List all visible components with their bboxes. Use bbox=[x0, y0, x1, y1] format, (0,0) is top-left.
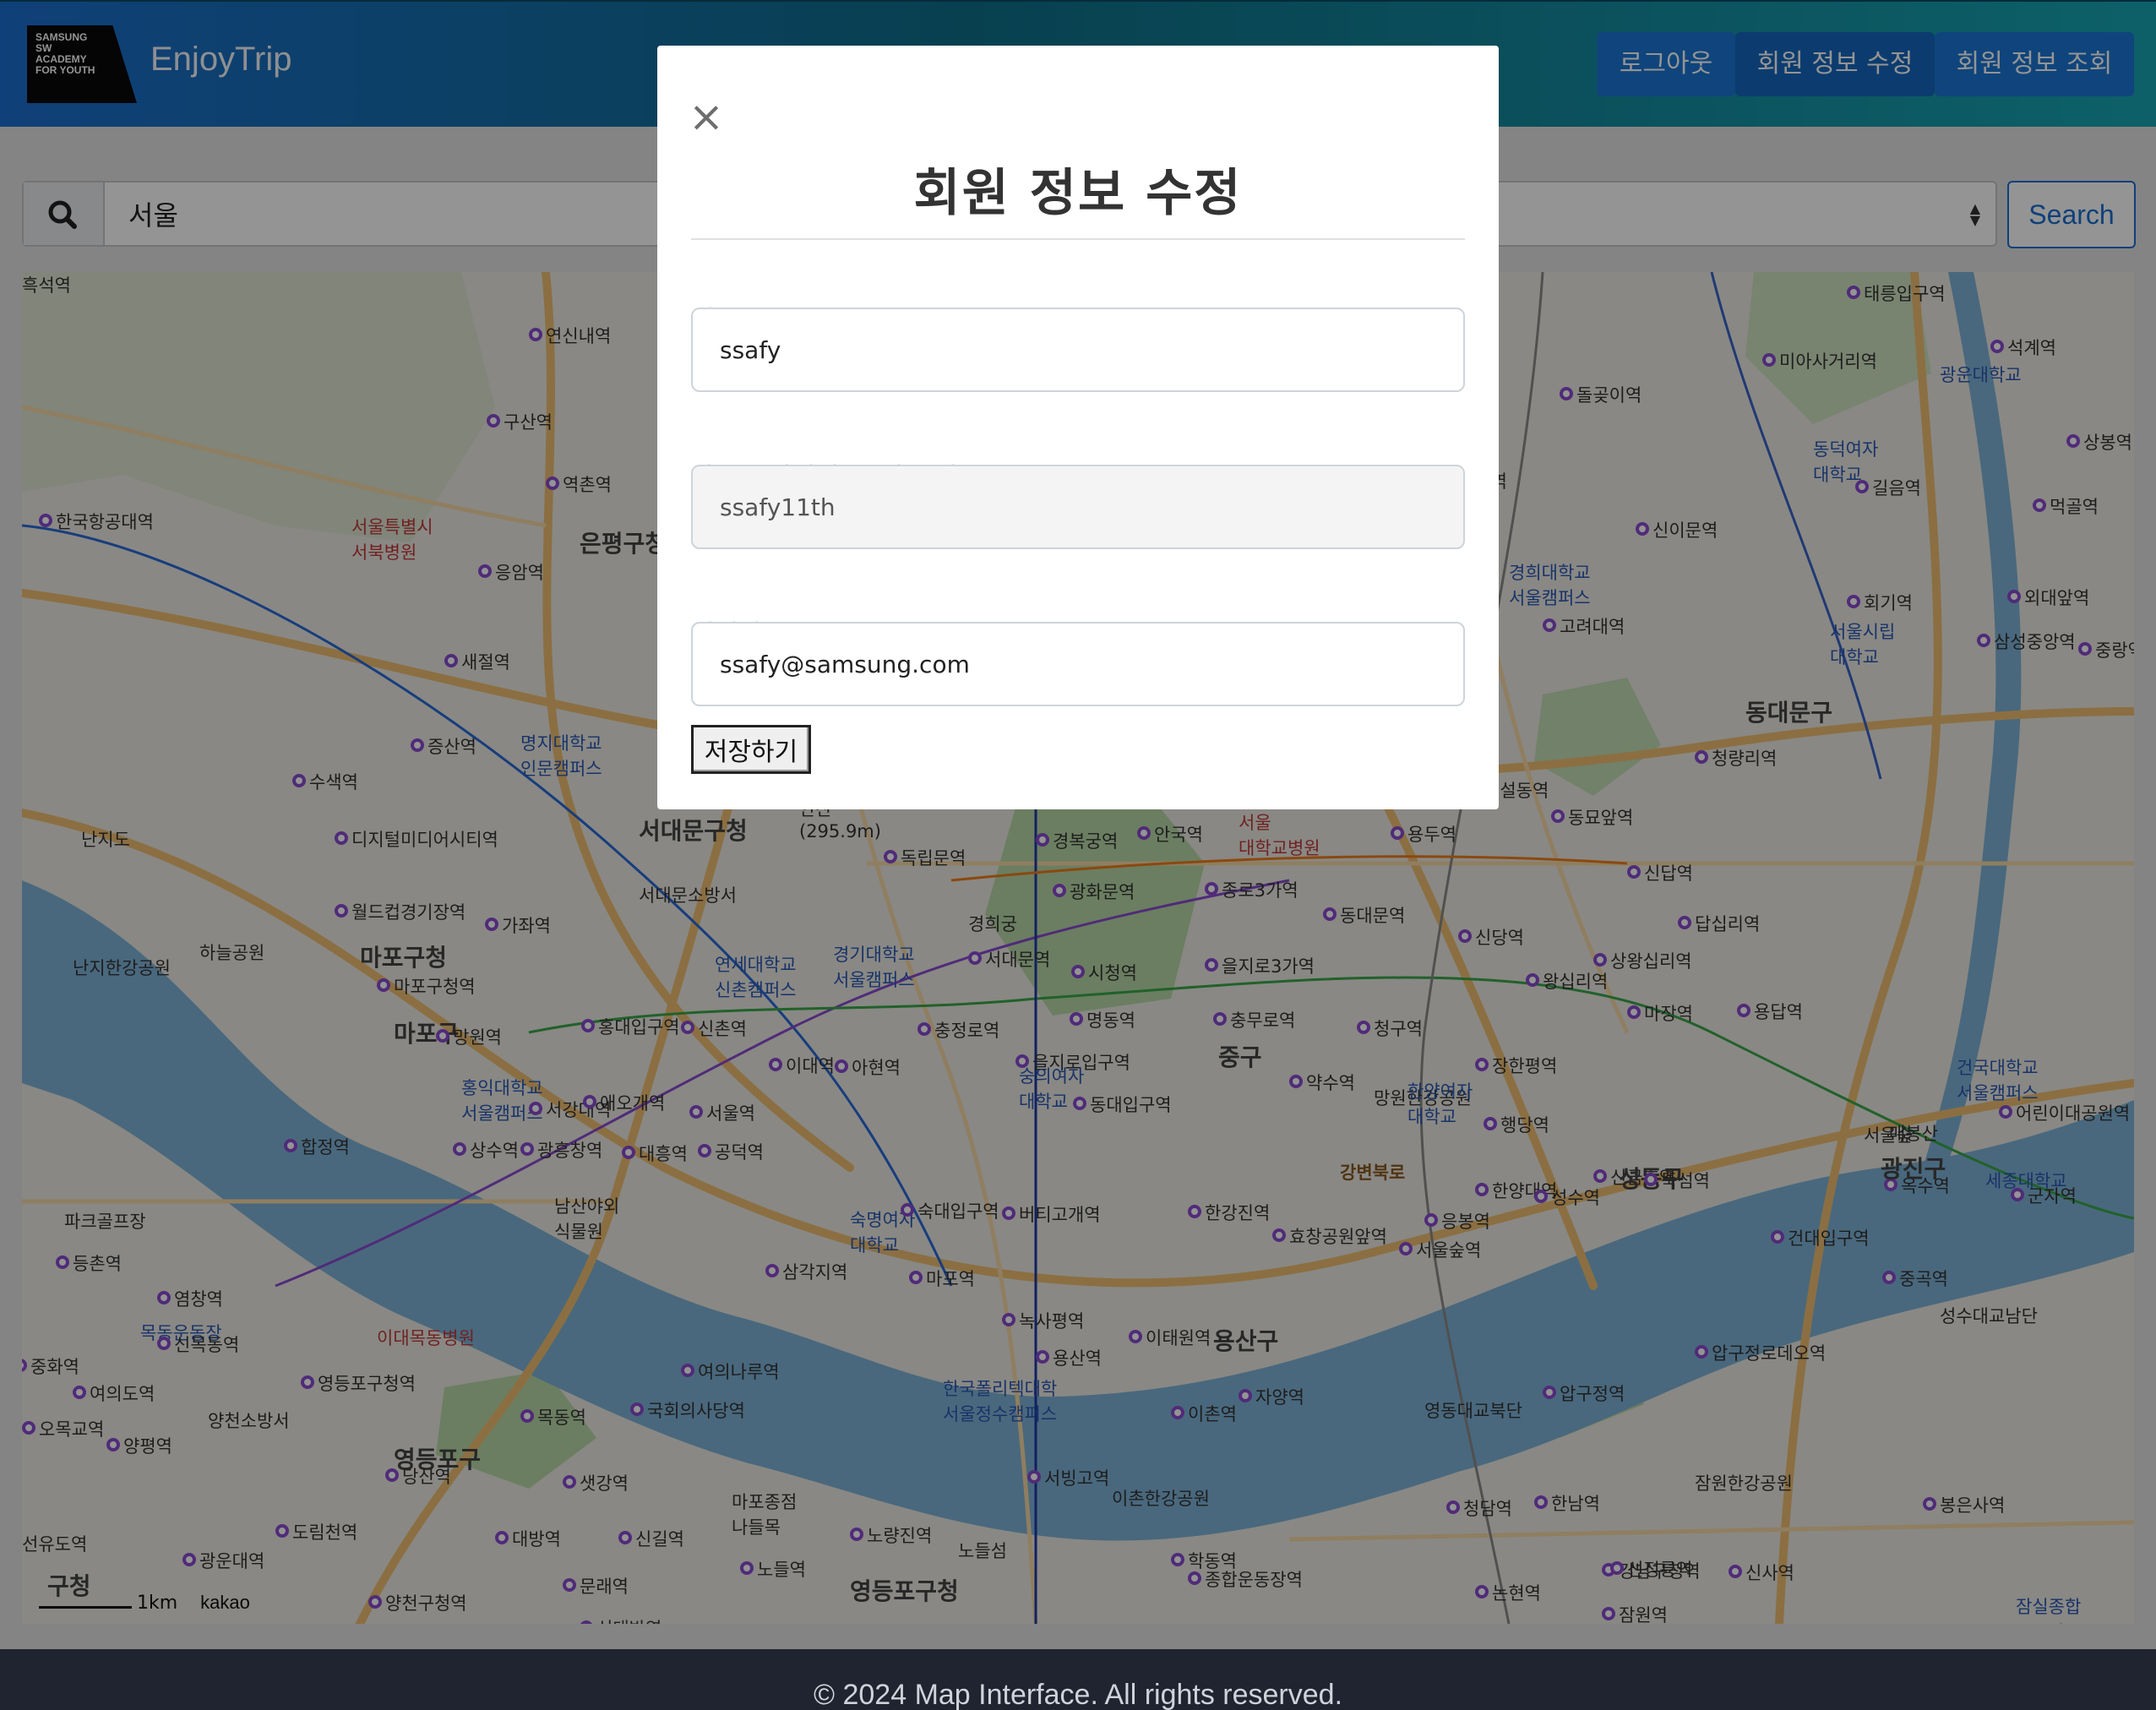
email-field[interactable] bbox=[691, 622, 1465, 706]
save-button[interactable]: 저장하기 bbox=[691, 725, 811, 774]
userid-field bbox=[691, 465, 1465, 549]
close-icon[interactable]: × bbox=[688, 95, 725, 138]
name-field[interactable] bbox=[691, 308, 1465, 392]
edit-profile-modal: × 회원 정보 수정 이름: 사용자 아이디 (수정 불가): 이메일: 저장하… bbox=[657, 46, 1499, 809]
footer-text: © 2024 Map Interface. All rights reserve… bbox=[813, 1679, 1343, 1710]
modal-title: 회원 정보 수정 bbox=[913, 164, 1243, 223]
title-divider bbox=[691, 238, 1465, 240]
footer: © 2024 Map Interface. All rights reserve… bbox=[0, 1649, 2156, 1710]
